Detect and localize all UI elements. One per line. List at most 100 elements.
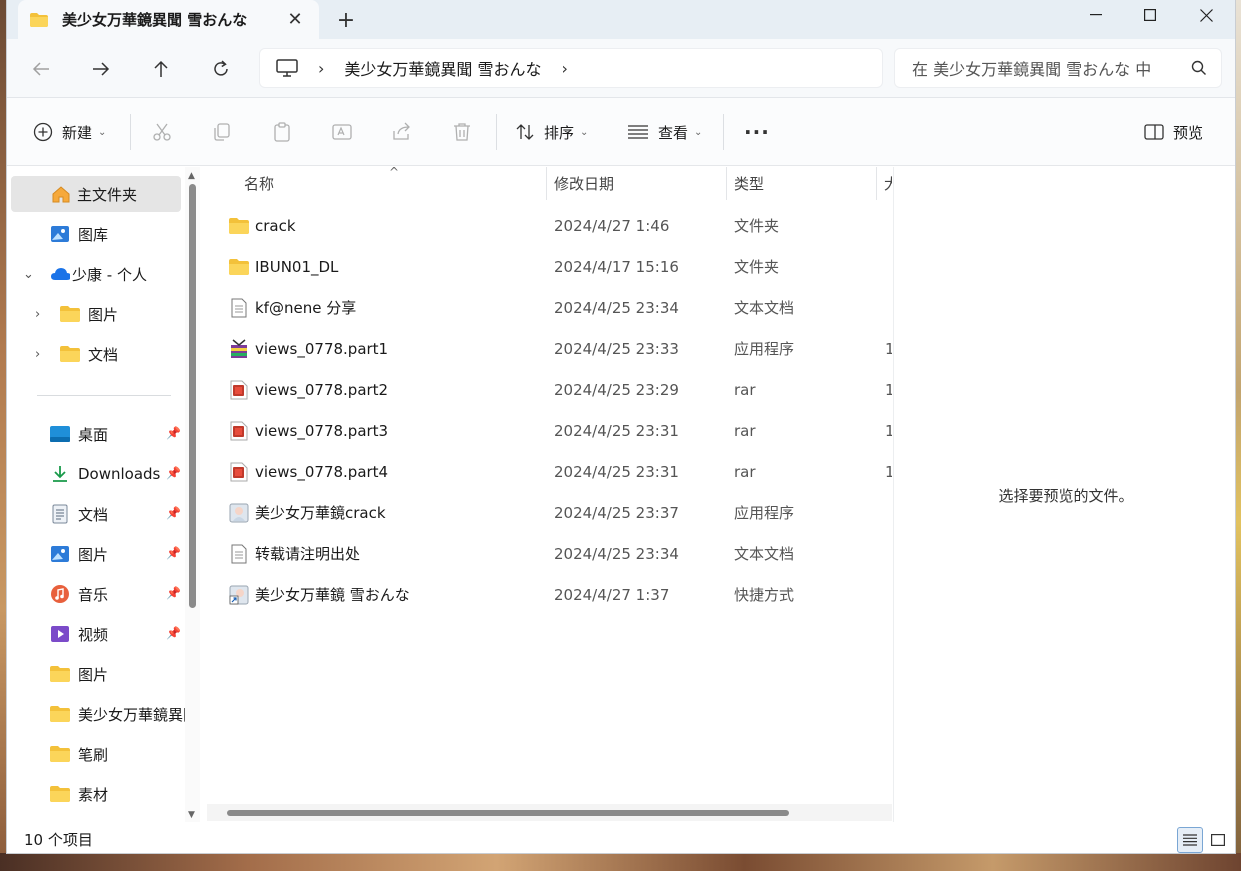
column-header-type[interactable]: 类型	[734, 167, 764, 200]
file-name-cell[interactable]: 美少女万華鏡 雪おんな	[229, 574, 410, 615]
minimize-button[interactable]	[1069, 0, 1123, 30]
file-date: 2024/4/27 1:37	[554, 585, 670, 604]
preview-pane-button[interactable]: 预览	[1144, 98, 1203, 166]
sidebar-item-music[interactable]: 音乐 📌	[7, 576, 185, 612]
view-button[interactable]: 查看 ⌄	[627, 98, 702, 166]
pin-icon[interactable]: 📌	[166, 466, 181, 480]
preview-label: 预览	[1173, 123, 1204, 142]
divider	[130, 114, 131, 150]
file-name-cell[interactable]: 转载请注明出处	[229, 533, 360, 574]
pin-icon[interactable]: 📌	[166, 626, 181, 640]
pin-icon[interactable]: 📌	[166, 586, 181, 600]
sidebar-item-home[interactable]: 主文件夹	[11, 176, 181, 212]
pin-icon[interactable]: 📌	[166, 506, 181, 520]
file-row[interactable]: views_0778.part3 2024/4/25 23:31 rar 1	[203, 410, 892, 451]
column-header-size[interactable]: 大	[884, 167, 892, 200]
column-header-date[interactable]: 修改日期	[554, 167, 614, 200]
file-type: rar	[734, 421, 756, 440]
sidebar-item-bishoujo[interactable]: 美少女万華鏡異聞	[7, 696, 185, 732]
clipboard-icon	[274, 122, 290, 142]
close-window-button[interactable]	[1179, 0, 1233, 30]
sidebar-item-onedrive-pictures[interactable]: › 图片	[7, 296, 185, 332]
column-separator[interactable]	[876, 167, 877, 200]
sidebar-item-pictures-folder[interactable]: 图片	[7, 656, 185, 692]
scroll-up-icon[interactable]: ▲	[188, 171, 195, 181]
sort-ascending-icon: ^	[389, 167, 400, 179]
up-button[interactable]	[145, 53, 177, 85]
pin-icon[interactable]: 📌	[166, 546, 181, 560]
more-options-button[interactable]: ···	[744, 98, 770, 166]
chevron-right-icon[interactable]: ›	[562, 59, 568, 78]
breadcrumb-current[interactable]: 美少女万華鏡異聞 雪おんな	[344, 56, 541, 80]
chevron-right-icon[interactable]: ›	[35, 307, 40, 322]
sidebar-divider	[37, 395, 171, 396]
sidebar-scrollbar[interactable]: ▲ ▼	[185, 167, 200, 822]
sidebar-item-brush[interactable]: 笔刷	[7, 736, 185, 772]
horizontal-scrollbar[interactable]	[207, 804, 892, 821]
sidebar-item-documents[interactable]: 文档 📌	[7, 496, 185, 532]
details-view-button[interactable]	[1177, 827, 1203, 853]
maximize-button[interactable]	[1123, 0, 1177, 30]
file-name-cell[interactable]: 美少女万華鏡crack	[229, 492, 386, 533]
file-name-cell[interactable]: views_0778.part4	[229, 451, 388, 492]
file-name-cell[interactable]: views_0778.part2	[229, 369, 388, 410]
file-name-cell[interactable]: IBUN01_DL	[229, 246, 338, 287]
new-tab-button[interactable]: +	[334, 8, 358, 33]
divider	[496, 114, 497, 150]
pin-icon[interactable]: 📌	[166, 426, 181, 440]
file-row[interactable]: 美少女万華鏡crack 2024/4/25 23:37 应用程序	[203, 492, 892, 533]
sidebar-item-downloads[interactable]: Downloads 📌	[7, 456, 185, 492]
search-icon[interactable]	[1191, 60, 1207, 76]
chevron-right-icon[interactable]: ›	[35, 347, 40, 362]
file-row[interactable]: 转载请注明出处 2024/4/25 23:34 文本文档	[203, 533, 892, 574]
file-name-cell[interactable]: views_0778.part3	[229, 410, 388, 451]
sort-icon	[516, 124, 534, 140]
sidebar-item-onedrive-documents[interactable]: › 文档	[7, 336, 185, 372]
sidebar-item-material[interactable]: 素材	[7, 776, 185, 812]
file-row[interactable]: views_0778.part4 2024/4/25 23:31 rar 1	[203, 451, 892, 492]
scrollbar-thumb[interactable]	[227, 810, 789, 816]
copy-button[interactable]	[212, 98, 232, 166]
column-header-name[interactable]: 名称	[244, 167, 274, 200]
file-row[interactable]: crack 2024/4/27 1:46 文件夹	[203, 205, 892, 246]
file-size: 1	[885, 328, 892, 369]
file-row[interactable]: views_0778.part1 2024/4/25 23:33 应用程序 1	[203, 328, 892, 369]
file-type: rar	[734, 380, 756, 399]
scrollbar-thumb[interactable]	[189, 184, 196, 608]
sort-button[interactable]: 排序 ⌄	[515, 98, 588, 166]
file-name-cell[interactable]: views_0778.part1	[229, 328, 388, 369]
column-separator[interactable]	[726, 167, 727, 200]
file-row[interactable]: IBUN01_DL 2024/4/17 15:16 文件夹	[203, 246, 892, 287]
file-row[interactable]: kf@nene 分享 2024/4/25 23:34 文本文档	[203, 287, 892, 328]
tab-current-folder[interactable]: 美少女万華鏡異聞 雪おんな ✕	[18, 0, 319, 39]
file-size: 1	[885, 451, 892, 492]
refresh-button[interactable]	[205, 53, 237, 85]
file-name-cell[interactable]: kf@nene 分享	[229, 287, 356, 328]
chevron-down-icon[interactable]: ⌄	[23, 267, 34, 282]
sidebar-item-pictures[interactable]: 图片 📌	[7, 536, 185, 572]
back-button[interactable]	[25, 53, 57, 85]
search-box[interactable]: 在 美少女万華鏡異聞 雪おんな 中	[894, 48, 1222, 88]
column-separator[interactable]	[546, 167, 547, 200]
new-button[interactable]: 新建 ⌄	[33, 98, 106, 166]
search-placeholder[interactable]: 在 美少女万華鏡異聞 雪おんな 中	[912, 56, 1170, 80]
sidebar-item-gallery[interactable]: 图库	[7, 216, 185, 252]
share-button[interactable]	[392, 98, 412, 166]
cut-button[interactable]	[152, 98, 172, 166]
forward-button[interactable]	[85, 53, 117, 85]
sidebar-item-videos[interactable]: 视频 📌	[7, 616, 185, 652]
tiles-view-button[interactable]	[1205, 827, 1231, 853]
paste-button[interactable]	[272, 98, 292, 166]
file-name-cell[interactable]: crack	[229, 205, 296, 246]
file-row[interactable]: 美少女万華鏡 雪おんな 2024/4/27 1:37 快捷方式	[203, 574, 892, 615]
column-date-label: 修改日期	[554, 175, 615, 193]
chevron-right-icon[interactable]: ›	[318, 59, 324, 78]
file-row[interactable]: views_0778.part2 2024/4/25 23:29 rar 1	[203, 369, 892, 410]
address-bar[interactable]: › 美少女万華鏡異聞 雪おんな ›	[259, 48, 883, 88]
rename-button[interactable]	[332, 98, 352, 166]
close-tab-button[interactable]: ✕	[285, 9, 305, 30]
sidebar-item-desktop[interactable]: 桌面 📌	[7, 416, 185, 452]
delete-button[interactable]	[452, 98, 472, 166]
scroll-down-icon[interactable]: ▼	[188, 810, 195, 820]
sidebar-item-onedrive[interactable]: ⌄ 少康 - 个人	[7, 256, 185, 292]
